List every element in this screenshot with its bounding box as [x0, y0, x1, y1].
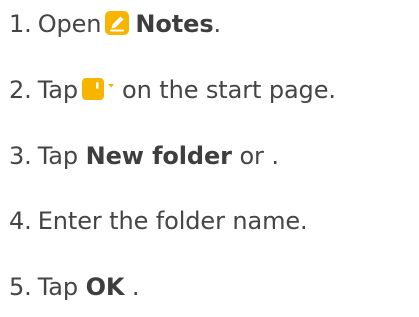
step-3: 3. Tap New folder or .	[9, 141, 279, 171]
step-text: Tap	[37, 273, 79, 301]
step-text-end: .	[213, 10, 222, 38]
step-number: 2.	[9, 76, 32, 104]
step-number: 5.	[9, 273, 32, 301]
step-text: Tap	[37, 142, 79, 170]
notes-app-name: Notes	[135, 10, 214, 38]
step-1: 1. Open Notes.	[9, 9, 221, 42]
step-2: 2. Tap on the start page.	[9, 75, 336, 108]
step-number: 1.	[9, 10, 32, 38]
step-number: 4.	[9, 207, 32, 235]
step-text-end: .	[131, 273, 140, 301]
step-text-end: on the start page.	[122, 76, 336, 104]
step-text: Tap	[37, 76, 79, 104]
step-text: Open	[37, 10, 102, 38]
step-number: 3.	[9, 142, 32, 170]
new-folder-dropdown-icon	[82, 77, 116, 108]
step-text-end: or .	[239, 142, 279, 170]
ok-label: OK	[85, 273, 125, 301]
new-folder-label: New folder	[85, 142, 232, 170]
step-text: Enter the folder name.	[37, 207, 308, 235]
notes-app-icon	[105, 11, 130, 42]
instruction-steps: 1. Open Notes. 2. Tap on the start page. 3…	[0, 0, 419, 317]
step-5: 5. Tap OK .	[9, 272, 140, 302]
step-4: 4. Enter the folder name.	[9, 206, 308, 236]
